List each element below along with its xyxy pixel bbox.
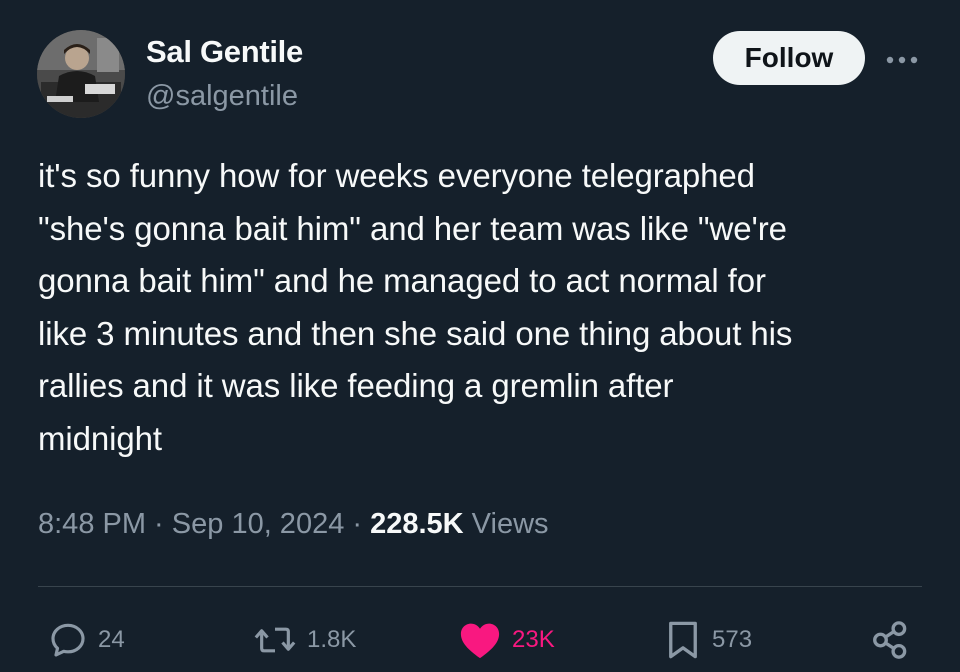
tweet-text-line: gonna bait him" and he managed to act no…	[38, 262, 766, 299]
meta-separator: ·	[344, 508, 371, 540]
retweet-icon	[254, 627, 296, 653]
bookmark-icon	[669, 621, 697, 659]
heart-filled-icon	[460, 623, 500, 659]
divider	[38, 586, 922, 587]
like-count: 23K	[512, 626, 555, 653]
tweet-text-line: "she's gonna bait him" and her team was …	[38, 209, 787, 247]
follow-button[interactable]: Follow	[713, 31, 865, 85]
tweet-text-line: rallies and it was like feeding a gremli…	[38, 367, 674, 404]
reply-button[interactable]: 24	[48, 618, 125, 662]
tweet-date[interactable]: Sep 10, 2024	[172, 508, 345, 540]
tweet-text-line: like 3 minutes and then she said one thi…	[38, 314, 793, 352]
tweet-text: it's so funny how for weeks everyone tel…	[38, 150, 933, 465]
tweet-card: Sal Gentile @salgentile Follow it's so f…	[0, 0, 960, 672]
reply-icon	[51, 623, 85, 657]
meta-separator: ·	[146, 508, 172, 540]
like-button[interactable]: 23K	[458, 618, 555, 662]
tweet-text-line: it's so funny how for weeks everyone tel…	[38, 157, 755, 194]
more-horizontal-icon[interactable]	[885, 55, 919, 65]
author-display-name[interactable]: Sal Gentile	[146, 34, 303, 70]
author-handle[interactable]: @salgentile	[146, 80, 298, 113]
avatar-photo	[37, 30, 125, 118]
share-button[interactable]	[870, 618, 922, 662]
reply-count: 24	[98, 626, 125, 653]
bookmark-button[interactable]: 573	[664, 618, 752, 662]
bookmark-count: 573	[712, 626, 753, 653]
views-label: Views	[463, 508, 549, 540]
tweet-meta: 8:48 PM · Sep 10, 2024 · 228.5K Views	[38, 508, 549, 541]
tweet-time[interactable]: 8:48 PM	[38, 508, 146, 540]
views-count: 228.5K	[370, 508, 464, 540]
retweet-button[interactable]: 1.8K	[253, 618, 356, 662]
share-icon	[873, 621, 907, 659]
retweet-count: 1.8K	[307, 626, 357, 653]
avatar[interactable]	[37, 30, 125, 118]
tweet-text-line: midnight	[38, 419, 162, 457]
